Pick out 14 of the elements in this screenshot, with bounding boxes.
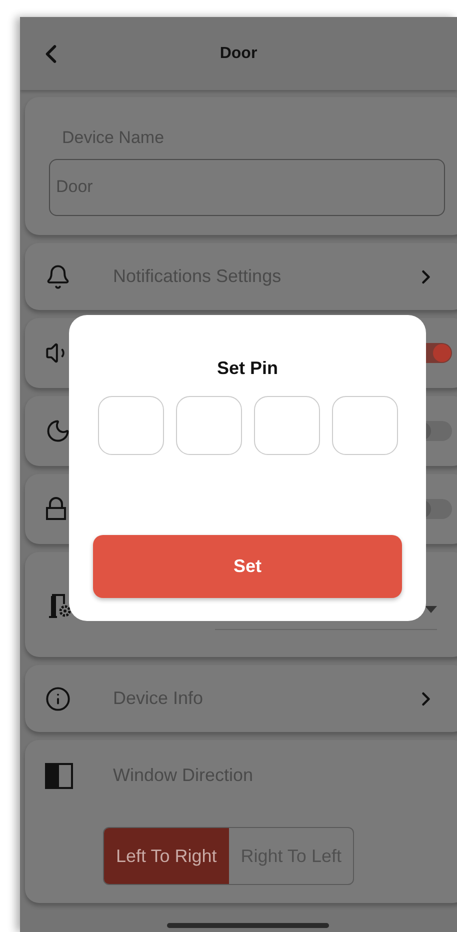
- pin-digit-field[interactable]: [254, 396, 320, 455]
- pin-digit-field[interactable]: [176, 396, 242, 455]
- lock-icon: [45, 497, 67, 521]
- half-filled-square-icon: [45, 762, 73, 788]
- dialog-title: Set Pin: [216, 357, 278, 380]
- set-button[interactable]: Set: [93, 535, 402, 598]
- moon-icon: [45, 418, 71, 444]
- info-icon: [45, 686, 71, 712]
- bell-icon: [45, 264, 71, 290]
- segment-option[interactable]: Left To Right: [104, 828, 229, 884]
- screen-title: Door: [220, 44, 258, 64]
- caret-down-icon: [425, 606, 437, 612]
- pin-digit-field[interactable]: [98, 396, 164, 455]
- pin-digit-field[interactable]: [332, 396, 398, 455]
